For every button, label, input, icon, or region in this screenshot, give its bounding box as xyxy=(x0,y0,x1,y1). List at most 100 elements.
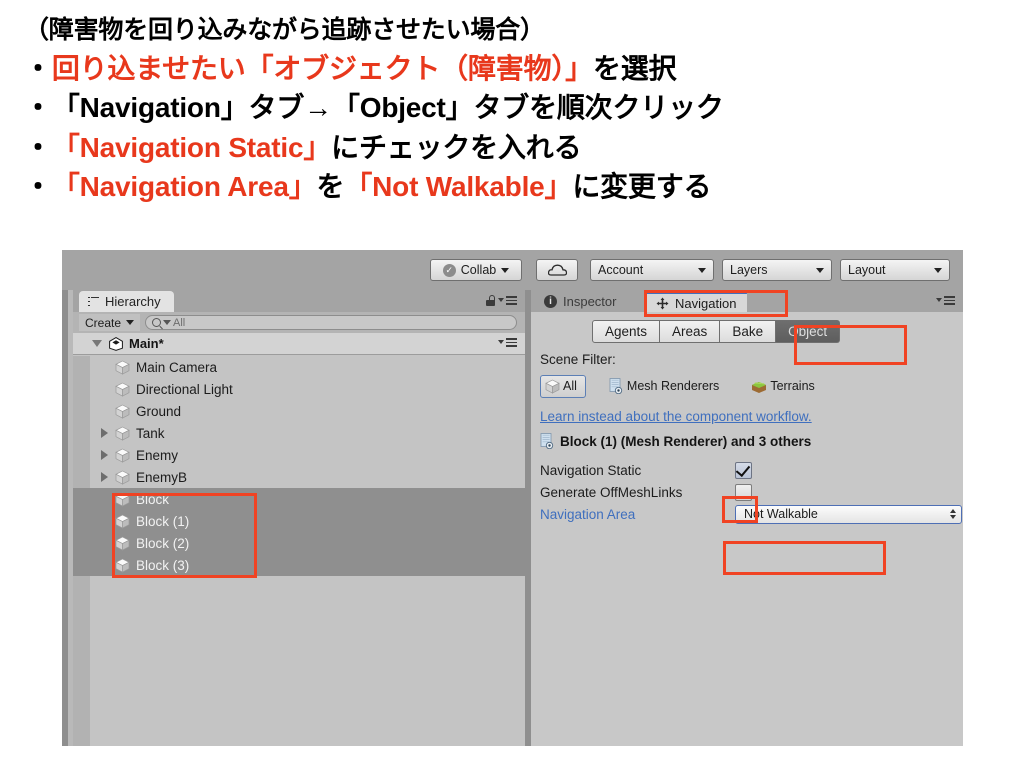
subtab-label: Agents xyxy=(605,324,648,339)
learn-component-workflow-link[interactable]: Learn instead about the component workfl… xyxy=(540,409,812,424)
hierarchy-item-ground[interactable]: Ground xyxy=(73,400,525,422)
account-dropdown[interactable]: Account xyxy=(590,259,714,281)
subtab-bake[interactable]: Bake xyxy=(720,320,777,343)
mesh-renderer-icon xyxy=(609,378,624,395)
cube-icon xyxy=(115,514,130,529)
slide-bullet-1: ・回り込ませたい「オブジェクト（障害物）」を選択 xyxy=(24,50,1024,87)
navigation-area-label[interactable]: Navigation Area xyxy=(540,507,735,522)
foldout-closed-icon[interactable] xyxy=(101,428,108,438)
cube-icon xyxy=(115,492,130,507)
inspector-tab-label: Inspector xyxy=(563,294,617,309)
navigation-move-icon xyxy=(656,297,669,310)
navigation-panel: i Inspector Navigation Agents Areas Bake Ob… xyxy=(531,290,963,746)
unity-editor-screenshot: ✓ Collab Account Layers Layout Hierarchy… xyxy=(62,250,963,746)
scene-menu-icon[interactable] xyxy=(498,338,517,347)
layers-label: Layers xyxy=(730,263,768,277)
navigation-static-checkbox[interactable] xyxy=(735,461,752,479)
selected-object-title: Block (1) (Mesh Renderer) and 3 others xyxy=(540,433,812,450)
bullet-3-seg-2: にチェックを入れる xyxy=(331,131,582,163)
subtab-label: Bake xyxy=(732,324,764,339)
hierarchy-menu-icon[interactable] xyxy=(498,296,517,305)
hierarchy-item-block-1[interactable]: Block (1) xyxy=(73,510,525,532)
mesh-renderer-icon xyxy=(540,433,555,450)
cube-icon xyxy=(115,382,130,397)
cloud-button[interactable] xyxy=(536,259,578,281)
filter-mesh-renderers-label: Mesh Renderers xyxy=(626,379,720,393)
hierarchy-item-block[interactable]: Block xyxy=(73,488,525,510)
lock-icon[interactable] xyxy=(486,295,495,306)
hierarchy-item-label: Ground xyxy=(136,403,182,419)
bullet-mark: ・ xyxy=(24,92,52,124)
editor-toolbar: ✓ Collab Account Layers Layout xyxy=(62,250,963,290)
scene-filter-row: All Mesh Renderers Terrains xyxy=(540,374,824,398)
bullet-4-seg-4: に変更する xyxy=(572,170,712,202)
slide-bullet-2: ・「Navigation」タブ→「Object」タブを順次クリック xyxy=(24,89,1024,126)
layers-dropdown[interactable]: Layers xyxy=(722,259,832,281)
stepper-arrows-icon xyxy=(950,509,956,519)
tab-inspector[interactable]: i Inspector xyxy=(533,291,627,312)
filter-all-button[interactable]: All xyxy=(540,374,586,398)
generate-offmeshlinks-checkbox[interactable] xyxy=(735,483,752,501)
scene-root-row[interactable]: Main* xyxy=(73,333,525,355)
filter-terrains-label: Terrains xyxy=(770,379,815,393)
navigation-static-label: Navigation Static xyxy=(540,462,642,478)
subtab-label: Object xyxy=(788,324,828,339)
hierarchy-item-block-2[interactable]: Block (2) xyxy=(73,532,525,554)
foldout-closed-icon[interactable] xyxy=(101,450,108,460)
hierarchy-tab-label: Hierarchy xyxy=(105,294,161,309)
collab-label: Collab xyxy=(460,263,497,277)
account-label: Account xyxy=(598,263,644,277)
bullet-2-seg-1: 「Navigation」タブ→「Object」タブを順次クリック xyxy=(51,92,724,124)
hierarchy-item-label: Main Camera xyxy=(136,359,218,375)
tab-hierarchy[interactable]: Hierarchy xyxy=(79,291,174,312)
chevron-down-icon xyxy=(816,267,824,273)
hierarchy-list: Main Camera Directional Light Ground Tank En… xyxy=(73,356,525,746)
bullet-mark: ・ xyxy=(24,131,52,163)
bullet-4-seg-2: を xyxy=(316,170,345,202)
layout-dropdown[interactable]: Layout xyxy=(840,259,950,281)
navigation-area-value: Not Walkable xyxy=(744,507,818,521)
unity-logo-icon xyxy=(109,336,123,351)
navigation-area-dropdown[interactable]: Not Walkable xyxy=(735,504,962,524)
hierarchy-item-directional-light[interactable]: Directional Light xyxy=(73,378,525,400)
cube-icon xyxy=(115,448,130,463)
hierarchy-item-label: Tank xyxy=(136,425,165,441)
navigation-subtabs: Agents Areas Bake Object xyxy=(592,320,841,343)
slide-text-block: （障害物を回り込みながら追跡させたい場合） ・回り込ませたい「オブジェクト（障害… xyxy=(0,0,1024,207)
hierarchy-item-tank[interactable]: Tank xyxy=(73,422,525,444)
selected-object-label: Block (1) (Mesh Renderer) and 3 others xyxy=(560,433,812,449)
subtab-areas[interactable]: Areas xyxy=(660,320,721,343)
hierarchy-item-label: Block (2) xyxy=(136,535,190,551)
hierarchy-item-enemyb[interactable]: EnemyB xyxy=(73,466,525,488)
filter-terrains-button[interactable]: Terrains xyxy=(746,375,823,398)
filter-all-label: All xyxy=(563,379,577,393)
hierarchy-item-label: EnemyB xyxy=(136,469,188,485)
foldout-closed-icon[interactable] xyxy=(101,472,108,482)
collab-button[interactable]: ✓ Collab xyxy=(430,259,522,281)
bullet-4-seg-1: 「Navigation Area」 xyxy=(51,170,317,202)
hierarchy-item-enemy[interactable]: Enemy xyxy=(73,444,525,466)
filter-mesh-renderers-button[interactable]: Mesh Renderers xyxy=(604,374,728,398)
tab-navigation[interactable]: Navigation xyxy=(645,291,748,312)
inspector-menu-icon[interactable] xyxy=(936,296,955,305)
cube-icon xyxy=(115,470,130,485)
navigation-static-row: Navigation Static xyxy=(540,459,752,481)
slide-heading: （障害物を回り込みながら追跡させたい場合） xyxy=(24,16,545,44)
chevron-down-icon xyxy=(934,267,942,273)
slide-bullet-4: ・「Navigation Area」を「Not Walkable」に変更する xyxy=(24,168,1024,205)
hierarchy-item-block-3[interactable]: Block (3) xyxy=(73,554,525,576)
info-icon: i xyxy=(544,295,557,308)
chevron-down-icon xyxy=(163,320,172,325)
bullet-1-seg-1: 回り込ませたい「オブジェクト（障害物）」 xyxy=(51,53,593,85)
search-icon xyxy=(152,318,162,327)
cube-icon xyxy=(115,404,130,419)
create-button[interactable]: Create xyxy=(79,314,141,331)
hierarchy-search-input[interactable]: All xyxy=(145,315,517,330)
hierarchy-toolbar: Create All xyxy=(73,312,525,333)
subtab-agents[interactable]: Agents xyxy=(592,320,661,343)
foldout-open-icon[interactable] xyxy=(92,340,102,347)
cube-icon xyxy=(545,379,560,394)
hierarchy-item-main-camera[interactable]: Main Camera xyxy=(73,356,525,378)
terrain-icon xyxy=(751,379,767,394)
subtab-object[interactable]: Object xyxy=(776,320,841,343)
